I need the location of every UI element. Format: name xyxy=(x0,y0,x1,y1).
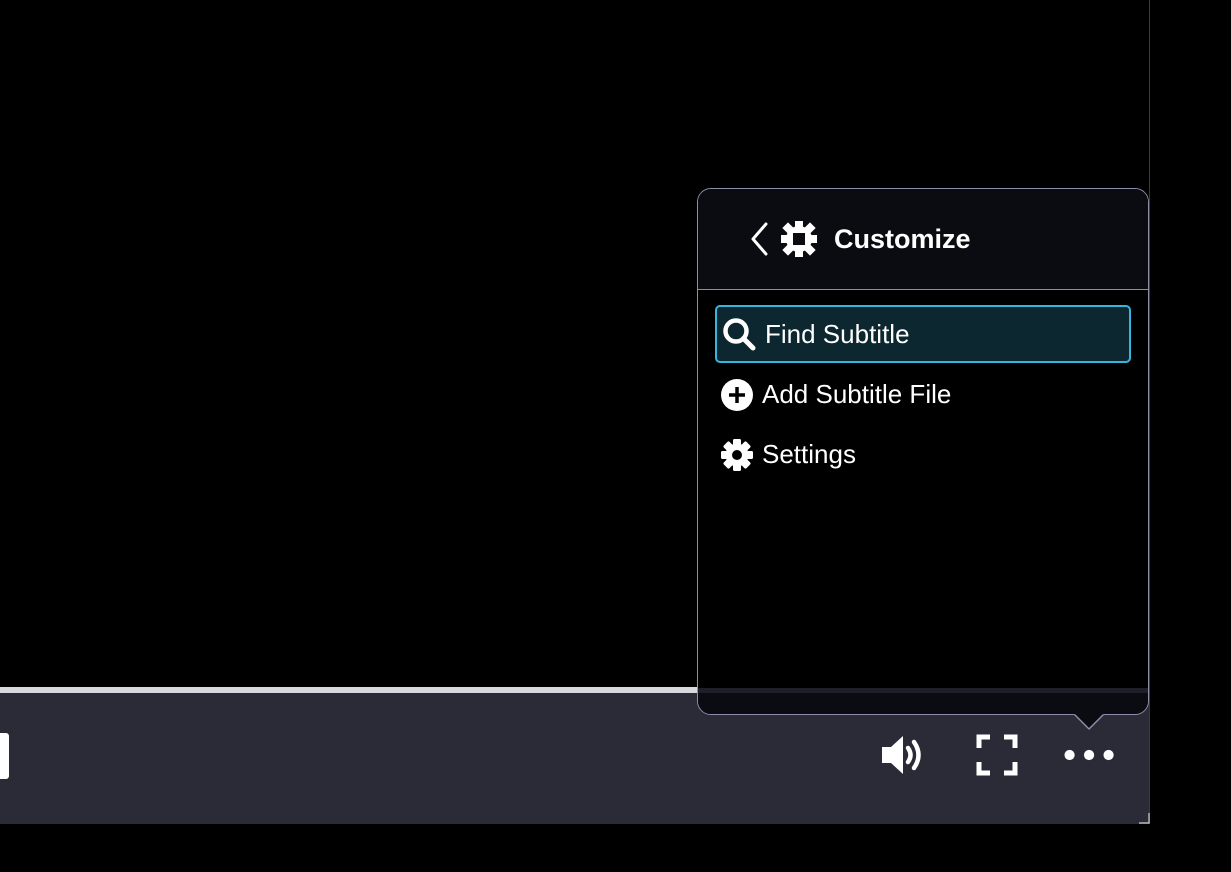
more-options-button[interactable] xyxy=(1064,731,1116,779)
resize-corner-icon xyxy=(1139,813,1150,824)
menu-item-find-subtitle[interactable]: Find Subtitle xyxy=(715,305,1131,363)
fullscreen-icon xyxy=(976,734,1018,776)
menu-item-settings[interactable]: Settings xyxy=(715,425,1131,483)
menu-item-label: Settings xyxy=(762,439,856,469)
menu-item-add-subtitle-file[interactable]: Add Subtitle File xyxy=(715,365,1131,423)
fullscreen-button[interactable] xyxy=(971,731,1023,779)
menu-header: Customize xyxy=(698,189,1148,290)
volume-high-icon xyxy=(882,736,921,774)
screen: Customize Find Subtitle Add Subtitle Fil… xyxy=(0,0,1231,872)
menu-list: Find Subtitle Add Subtitle File Settings xyxy=(715,305,1131,485)
customize-menu: Customize Find Subtitle Add Subtitle Fil… xyxy=(697,188,1149,715)
menu-title: Customize xyxy=(834,224,971,254)
more-horizontal-icon xyxy=(1064,749,1114,761)
gear-icon xyxy=(721,439,753,471)
gear-icon xyxy=(781,221,817,257)
play-pause-icon[interactable] xyxy=(0,733,9,779)
chevron-left-icon xyxy=(751,222,768,256)
menu-footer xyxy=(698,688,1148,714)
menu-item-label: Find Subtitle xyxy=(765,319,910,349)
back-button[interactable] xyxy=(744,219,774,259)
search-icon xyxy=(723,318,756,351)
plus-circle-icon xyxy=(721,379,753,411)
volume-button[interactable] xyxy=(878,731,930,779)
popup-pointer xyxy=(1074,713,1104,731)
menu-item-label: Add Subtitle File xyxy=(762,379,952,409)
